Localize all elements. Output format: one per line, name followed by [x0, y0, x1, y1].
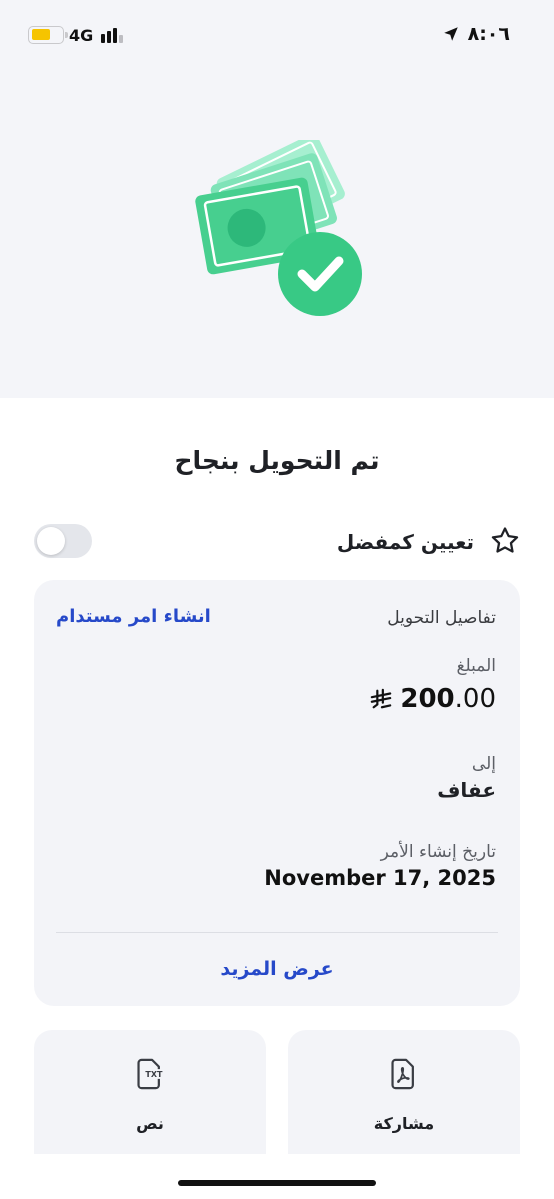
pdf-share-icon: [391, 1058, 414, 1090]
amount-integer: 200: [400, 684, 455, 714]
order-date: November 17, 2025: [264, 866, 496, 890]
recipient-name: عفاف: [437, 778, 496, 802]
text-label: نص: [136, 1114, 164, 1133]
amount-decimal: .00: [454, 684, 496, 714]
amount-value: 200.00: [370, 684, 496, 714]
share-button[interactable]: مشاركة: [288, 1030, 520, 1154]
divider: [56, 932, 498, 933]
txt-file-icon: TXT: [137, 1058, 163, 1090]
battery-icon: [28, 26, 68, 44]
home-indicator[interactable]: [178, 1180, 376, 1186]
status-time: ٨:٠٦: [467, 23, 510, 45]
network-type: 4G: [69, 26, 94, 45]
svg-text:TXT: TXT: [145, 1070, 163, 1079]
toggle-knob: [37, 527, 65, 555]
favorite-toggle[interactable]: [34, 524, 92, 558]
favorite-label: تعيين كمفضل: [336, 530, 474, 554]
favorite-row: تعيين كمفضل: [32, 520, 522, 564]
date-label: تاريخ إنشاء الأمر: [380, 842, 496, 862]
transfer-details-card: تفاصيل التحويل انشاء امر مستدام المبلغ 2…: [34, 580, 520, 1006]
battery-level: [32, 29, 50, 40]
star-icon[interactable]: [488, 524, 522, 558]
money-success-icon: [195, 140, 362, 316]
text-button[interactable]: TXT نص: [34, 1030, 266, 1154]
to-label: إلى: [471, 754, 496, 774]
signal-strength-icon: [101, 27, 127, 43]
riyal-icon: [371, 688, 392, 709]
amount-label: المبلغ: [456, 656, 496, 676]
details-section-title: تفاصيل التحويل: [387, 608, 496, 628]
location-arrow-icon: [443, 27, 458, 41]
status-bar: 4G ٨:٠٦: [0, 0, 554, 70]
show-more-button[interactable]: عرض المزيد: [34, 958, 520, 980]
page-title: تم التحويل بنجاح: [174, 446, 380, 475]
create-standing-order-link[interactable]: انشاء امر مستدام: [56, 606, 211, 627]
share-label: مشاركة: [373, 1114, 435, 1133]
